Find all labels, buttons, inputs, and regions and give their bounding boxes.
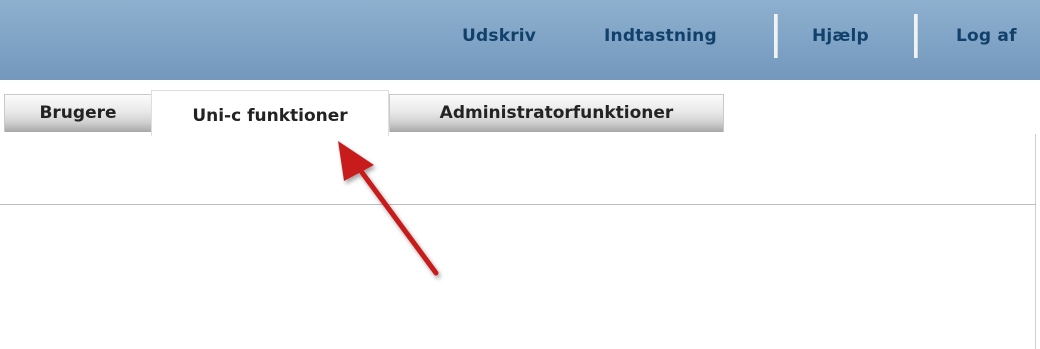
page: Udskriv Indtastning Hjælp Log af Brugere… xyxy=(0,0,1040,349)
nav-logout-link[interactable]: Log af xyxy=(956,26,1017,46)
top-navigation-bar: Udskriv Indtastning Hjælp Log af xyxy=(0,0,1040,80)
nav-data-entry-link[interactable]: Indtastning xyxy=(604,26,717,46)
nav-print-link[interactable]: Udskriv xyxy=(462,26,536,46)
nav-separator xyxy=(914,14,917,58)
nav-help-link[interactable]: Hjælp xyxy=(812,26,869,46)
tab-content-panel xyxy=(0,134,1036,349)
nav-separator xyxy=(774,14,777,58)
tab-administratorfunktioner[interactable]: Administratorfunktioner xyxy=(389,94,724,132)
content-divider xyxy=(0,204,1036,205)
tab-uni-c-funktioner[interactable]: Uni-c funktioner xyxy=(151,90,389,136)
tab-brugere[interactable]: Brugere xyxy=(4,94,152,132)
